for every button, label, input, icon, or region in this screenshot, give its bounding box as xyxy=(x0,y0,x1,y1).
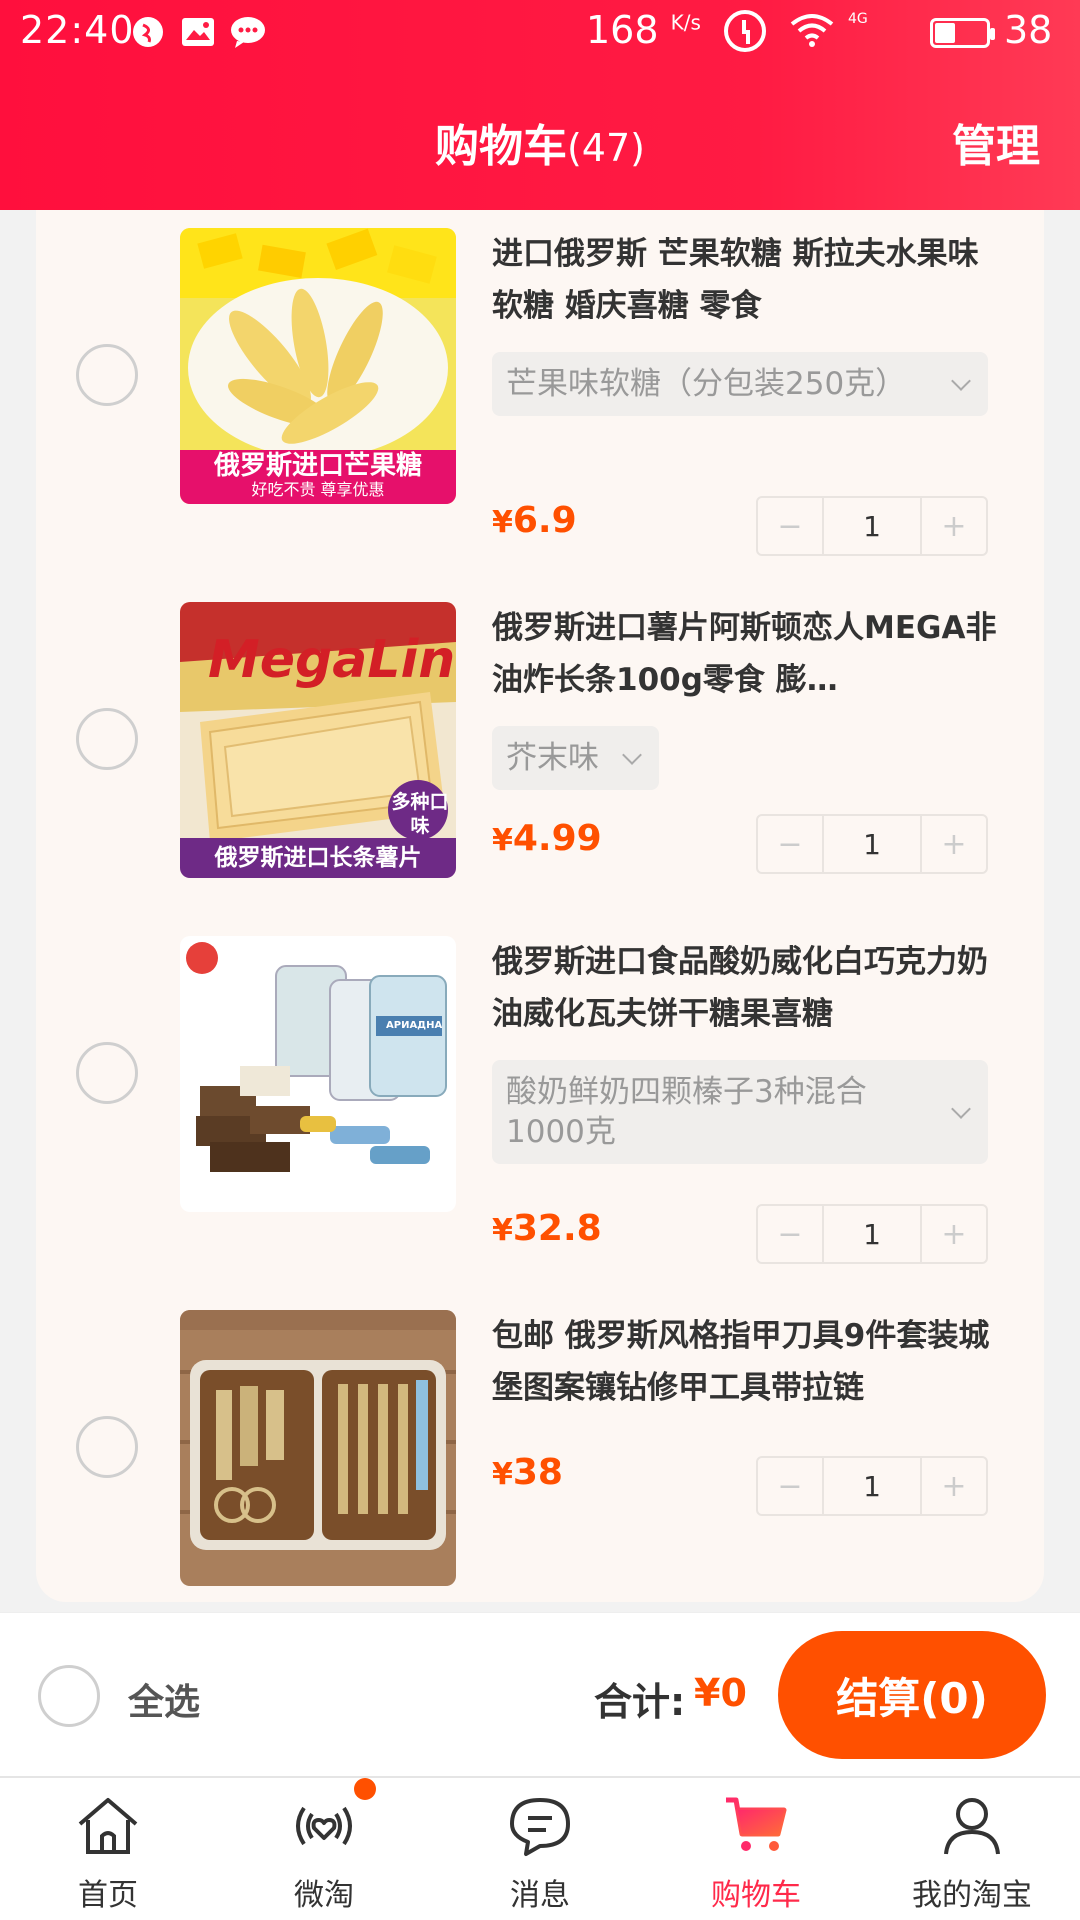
sku-label: 芒果味软糖（分包装250克） xyxy=(506,366,907,402)
alarm-icon xyxy=(724,10,766,52)
quantity-value[interactable]: 1 xyxy=(822,1206,922,1262)
net-speed: 168 K/s xyxy=(586,8,701,52)
home-icon xyxy=(78,1798,138,1854)
status-bar: 22:40 168 K/s 4G 38 xyxy=(0,0,1080,66)
chevron-down-icon xyxy=(951,371,971,391)
tab-label: 首页 xyxy=(78,1878,138,1913)
product-price: ¥32.8 xyxy=(492,1208,602,1249)
quantity-stepper: − 1 + xyxy=(756,1204,988,1264)
tab-messages[interactable]: 消息 xyxy=(432,1778,648,1920)
tab-weitao[interactable]: 微淘 xyxy=(216,1778,432,1920)
cart-item: MegaLine 多种口味 俄罗斯进口长条薯片 俄罗斯进口薯片阿斯顿恋人MEGA… xyxy=(36,602,1044,902)
battery-icon xyxy=(930,18,995,48)
item-info: 俄罗斯进口食品酸奶威化白巧克力奶油威化瓦夫饼干糖果喜糖 酸奶鲜奶四颗榛子3种混合… xyxy=(492,936,1032,1164)
cart-item: 包邮 俄罗斯风格指甲刀具9件套装城堡图案镶钻修甲工具带拉链 ¥38 − 1 + xyxy=(36,1310,1044,1590)
quantity-stepper: − 1 + xyxy=(756,1456,988,1516)
app-notification-icon xyxy=(128,12,168,52)
manage-button[interactable]: 管理 xyxy=(952,110,1040,174)
item-info: 进口俄罗斯 芒果软糖 斯拉夫水果味软糖 婚庆喜糖 零食 芒果味软糖（分包装250… xyxy=(492,228,1032,416)
tab-cart[interactable]: 购物车 xyxy=(648,1778,864,1920)
screen: 22:40 168 K/s 4G 38 购物车(47) 管理 俄罗斯进口芒果糖 … xyxy=(0,0,1080,1920)
chat-notification-icon xyxy=(228,12,268,52)
tab-my-taobao[interactable]: 我的淘宝 xyxy=(864,1778,1080,1920)
product-image[interactable] xyxy=(180,1310,456,1586)
tab-home[interactable]: 首页 xyxy=(0,1778,216,1920)
increase-button[interactable]: + xyxy=(922,1458,986,1514)
cart-icon xyxy=(726,1797,787,1851)
decrease-button[interactable]: − xyxy=(758,498,822,554)
sku-selector[interactable]: 酸奶鲜奶四颗榛子3种混合1000克 xyxy=(492,1060,988,1164)
checkout-bar: 全选 合计: ¥0 结算(0) xyxy=(0,1612,1080,1776)
item-info: 包邮 俄罗斯风格指甲刀具9件套装城堡图案镶钻修甲工具带拉链 xyxy=(492,1310,1032,1414)
product-title[interactable]: 俄罗斯进口食品酸奶威化白巧克力奶油威化瓦夫饼干糖果喜糖 xyxy=(492,936,1002,1040)
quantity-value[interactable]: 1 xyxy=(822,1458,922,1514)
quantity-value[interactable]: 1 xyxy=(822,816,922,872)
image-badge: 多种口味 xyxy=(391,791,449,837)
title-bar: 购物车(47) 管理 xyxy=(0,96,1080,176)
status-time: 22:40 xyxy=(20,8,135,52)
notification-badge xyxy=(354,1778,376,1800)
cart-list: 俄罗斯进口芒果糖 好吃不贵 尊享优惠 进口俄罗斯 芒果软糖 斯拉夫水果味软糖 婚… xyxy=(36,210,1044,1602)
image-brand: MegaLine xyxy=(208,630,456,690)
tab-label: 消息 xyxy=(510,1878,570,1913)
gallery-notification-icon xyxy=(178,12,218,52)
quantity-stepper: − 1 + xyxy=(756,496,988,556)
item-checkbox[interactable] xyxy=(76,1416,138,1478)
chevron-down-icon xyxy=(951,1099,971,1119)
item-info: 俄罗斯进口薯片阿斯顿恋人MEGA非油炸长条100g零食 膨… 芥末味 xyxy=(492,602,1032,790)
battery-level: 38 xyxy=(1004,8,1053,52)
message-icon xyxy=(510,1798,570,1856)
decrease-button[interactable]: − xyxy=(758,816,822,872)
image-subcaption: 好吃不贵 尊享优惠 xyxy=(251,480,385,499)
tab-label: 我的淘宝 xyxy=(912,1878,1032,1913)
cart-item: 俄罗斯进口芒果糖 好吃不贵 尊享优惠 进口俄罗斯 芒果软糖 斯拉夫水果味软糖 婚… xyxy=(36,228,1044,568)
product-image[interactable]: АРИАДНА xyxy=(180,936,456,1212)
image-caption: 俄罗斯进口芒果糖 xyxy=(213,451,422,481)
product-price: ¥4.99 xyxy=(492,818,602,859)
page-title: 购物车(47) xyxy=(434,121,645,172)
product-title[interactable]: 进口俄罗斯 芒果软糖 斯拉夫水果味软糖 婚庆喜糖 零食 xyxy=(492,228,1002,332)
chevron-down-icon xyxy=(622,745,642,765)
checkout-button[interactable]: 结算(0) xyxy=(778,1631,1046,1759)
tab-label: 购物车 xyxy=(711,1878,801,1913)
item-checkbox[interactable] xyxy=(76,1042,138,1104)
product-image[interactable]: MegaLine 多种口味 俄罗斯进口长条薯片 xyxy=(180,602,456,878)
sku-label: 酸奶鲜奶四颗榛子3种混合1000克 xyxy=(506,1074,867,1150)
weitao-icon xyxy=(296,1806,352,1846)
total-value: ¥0 xyxy=(694,1671,747,1715)
increase-button[interactable]: + xyxy=(922,816,986,872)
tab-label: 微淘 xyxy=(294,1878,354,1913)
item-checkbox[interactable] xyxy=(76,708,138,770)
wifi-icon xyxy=(788,12,836,52)
tab-bar: 首页 微淘 消息 购物车 我的淘宝 xyxy=(0,1776,1080,1920)
item-checkbox[interactable] xyxy=(76,344,138,406)
product-price: ¥38 xyxy=(492,1452,563,1493)
image-caption: 俄罗斯进口长条薯片 xyxy=(214,845,422,871)
increase-button[interactable]: + xyxy=(922,498,986,554)
sku-selector[interactable]: 芒果味软糖（分包装250克） xyxy=(492,352,988,416)
product-image[interactable]: 俄罗斯进口芒果糖 好吃不贵 尊享优惠 xyxy=(180,228,456,504)
cart-count: (47) xyxy=(566,126,645,170)
profile-icon xyxy=(944,1798,1000,1855)
quantity-value[interactable]: 1 xyxy=(822,498,922,554)
increase-button[interactable]: + xyxy=(922,1206,986,1262)
sku-label: 芥末味 xyxy=(506,740,599,776)
product-title[interactable]: 包邮 俄罗斯风格指甲刀具9件套装城堡图案镶钻修甲工具带拉链 xyxy=(492,1310,1002,1414)
select-all-checkbox[interactable] xyxy=(38,1665,100,1727)
sku-selector[interactable]: 芥末味 xyxy=(492,726,659,790)
network-4g: 4G xyxy=(848,11,868,27)
product-price: ¥6.9 xyxy=(492,500,577,541)
header: 22:40 168 K/s 4G 38 购物车(47) 管理 xyxy=(0,0,1080,210)
cart-item: АРИАДНА 俄罗斯进口食品酸奶威化白巧克力奶油威化瓦夫饼干糖果喜糖 酸奶鲜奶… xyxy=(36,936,1044,1276)
select-all-label[interactable]: 全选 xyxy=(128,1673,200,1725)
decrease-button[interactable]: − xyxy=(758,1206,822,1262)
quantity-stepper: − 1 + xyxy=(756,814,988,874)
decrease-button[interactable]: − xyxy=(758,1458,822,1514)
total-label: 合计: xyxy=(594,1680,686,1724)
product-title[interactable]: 俄罗斯进口薯片阿斯顿恋人MEGA非油炸长条100g零食 膨… xyxy=(492,602,1002,706)
image-label: АРИАДНА xyxy=(386,1020,443,1031)
